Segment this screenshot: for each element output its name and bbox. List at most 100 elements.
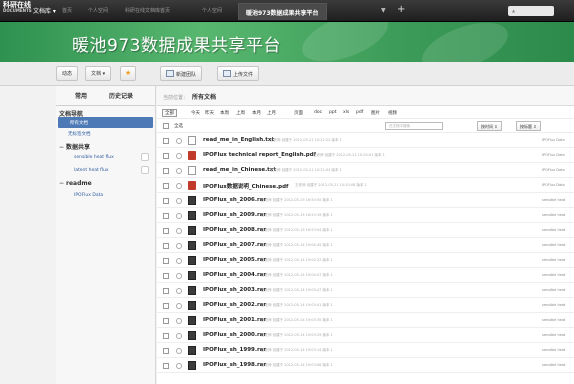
row-checkbox[interactable] [163, 363, 169, 369]
file-name-link[interactable]: read_me_in_Chinese.txt [203, 167, 276, 173]
sidebar-group-data-share[interactable]: − 数据共享 [56, 139, 155, 151]
sort-by-time-button[interactable]: 按时间 ⇕ [477, 121, 502, 131]
add-tab-icon[interactable]: + [397, 4, 405, 15]
tab-active-platform[interactable]: 暖池973数据成果共享平台 [238, 3, 327, 20]
filter-video[interactable]: 视频 [388, 110, 397, 116]
row-checkbox[interactable] [163, 333, 169, 339]
row-checkbox[interactable] [163, 288, 169, 294]
tab-personal-space-2[interactable]: 个人空间 [202, 7, 222, 14]
tab-doc-library[interactable]: 科研在线文档库首页 [125, 7, 170, 14]
collapse-icon[interactable]: − [59, 144, 64, 151]
table-row[interactable]: IPOFlux_sh_2007.rar 王老师 创建于 2012-05-14 19… [157, 238, 574, 253]
sidebar-group-readme[interactable]: − readme [56, 177, 155, 189]
sidebar-item-untagged[interactable]: 无标签文档 [56, 128, 155, 139]
table-row[interactable]: read_me_in_English.txt 王老师 创建于 2012-05-21… [157, 133, 574, 148]
row-favorite-icon[interactable] [176, 288, 182, 294]
table-row[interactable]: IPOFlux_sh_2001.rar 王老师 创建于 2012-05-14 19… [157, 313, 574, 328]
brand-menu[interactable]: 文档库 ▾ [33, 6, 56, 15]
filter-page[interactable]: 页面 [294, 110, 303, 116]
table-row[interactable]: IPOFlux_sh_1999.rar 王老师 创建于 2012-05-14 19… [157, 343, 574, 358]
table-row[interactable]: IPOFlux_sh_1998.rar 王老师 创建于 2012-05-14 19… [157, 358, 574, 373]
table-row[interactable]: IPOFlux_sh_2006.rar 王老师 创建于 2012-05-15 16… [157, 193, 574, 208]
row-favorite-icon[interactable] [176, 153, 182, 159]
table-row[interactable]: IPOFlux数据说明_Chinese.pdf 王老师 创建于 2012-05-2… [157, 178, 574, 193]
file-name-link[interactable]: IPOFlux technical report_English.pdf [203, 152, 316, 158]
file-name-link[interactable]: IPOFlux_sh_2008.rar [203, 227, 266, 233]
table-row[interactable]: read_me_in_Chinese.txt 王老师 创建于 2012-05-21… [157, 163, 574, 178]
table-row[interactable]: IPOFlux_sh_2003.rar 王老师 创建于 2012-05-14 19… [157, 283, 574, 298]
file-name-link[interactable]: IPOFlux_sh_2004.rar [203, 272, 266, 278]
filter-this-month[interactable]: 本月 [252, 110, 261, 116]
row-checkbox[interactable] [163, 273, 169, 279]
collapse-icon[interactable]: − [59, 180, 64, 187]
filter-image[interactable]: 图片 [371, 110, 380, 116]
file-name-link[interactable]: IPOFlux_sh_1999.rar [203, 347, 266, 353]
filter-last-week[interactable]: 上周 [236, 110, 245, 116]
file-name-link[interactable]: IPOFlux_sh_2005.rar [203, 257, 266, 263]
select-all-checkbox[interactable] [163, 123, 169, 129]
filter-all[interactable]: 全部 [162, 109, 177, 117]
global-search-input[interactable]: ▲ [508, 6, 554, 16]
row-favorite-icon[interactable] [176, 303, 182, 309]
file-name-link[interactable]: IPOFlux_sh_2000.rar [203, 332, 266, 338]
row-checkbox[interactable] [163, 153, 169, 159]
file-name-link[interactable]: IPOFlux_sh_2006.rar [203, 197, 266, 203]
table-row[interactable]: IPOFlux technical report_English.pdf 王老师 … [157, 148, 574, 163]
table-row[interactable]: IPOFlux_sh_2008.rar 王老师 创建于 2012-05-15 16… [157, 223, 574, 238]
row-favorite-icon[interactable] [176, 168, 182, 174]
row-favorite-icon[interactable] [176, 228, 182, 234]
table-row[interactable]: IPOFlux_sh_2009.rar 王老师 创建于 2012-05-15 16… [157, 208, 574, 223]
table-row[interactable]: IPOFlux_sh_2002.rar 王老师 创建于 2012-05-14 19… [157, 298, 574, 313]
file-name-link[interactable]: IPOFlux_sh_2003.rar [203, 287, 266, 293]
tab-history[interactable]: 历史记录 [109, 91, 133, 100]
filter-xls[interactable]: xls [343, 110, 349, 115]
sidebar-item-sensible-heat[interactable]: sensible heat flux [56, 151, 155, 164]
row-checkbox[interactable] [163, 138, 169, 144]
row-checkbox[interactable] [163, 183, 169, 189]
tab-dropdown-icon[interactable]: ▼ [381, 7, 386, 14]
row-checkbox[interactable] [163, 348, 169, 354]
sidebar-item-latent-heat[interactable]: latent heat flux [56, 164, 155, 177]
row-favorite-icon[interactable] [176, 138, 182, 144]
row-favorite-icon[interactable] [176, 183, 182, 189]
row-favorite-icon[interactable] [176, 198, 182, 204]
file-name-link[interactable]: IPOFlux_sh_2007.rar [203, 242, 266, 248]
tab-personal-space[interactable]: 个人空间 [88, 7, 108, 14]
table-row[interactable]: IPOFlux_sh_2000.rar 王老师 创建于 2012-05-14 19… [157, 328, 574, 343]
filter-yesterday[interactable]: 昨天 [205, 110, 214, 116]
row-checkbox[interactable] [163, 303, 169, 309]
file-name-link[interactable]: IPOFlux_sh_2001.rar [203, 317, 266, 323]
row-favorite-icon[interactable] [176, 318, 182, 324]
row-favorite-icon[interactable] [176, 213, 182, 219]
doc-search-input[interactable]: 在文档中搜索 [385, 122, 443, 130]
row-checkbox[interactable] [163, 318, 169, 324]
row-checkbox[interactable] [163, 168, 169, 174]
dynamic-button[interactable]: 动态 [56, 66, 79, 81]
row-favorite-icon[interactable] [176, 273, 182, 279]
table-row[interactable]: IPOFlux_sh_2005.rar 王老师 创建于 2012-05-14 19… [157, 253, 574, 268]
row-favorite-icon[interactable] [176, 258, 182, 264]
documents-menu-button[interactable]: 文档 ▾ [85, 66, 112, 81]
folder-action-icon[interactable] [141, 166, 149, 174]
app-logo[interactable]: 科研在线 DOCUMENTS [3, 1, 32, 14]
filter-ppt[interactable]: ppt [329, 110, 336, 115]
file-name-link[interactable]: read_me_in_English.txt [203, 137, 274, 143]
row-checkbox[interactable] [163, 198, 169, 204]
file-name-link[interactable]: IPOFlux_sh_2002.rar [203, 302, 266, 308]
folder-action-icon[interactable] [141, 153, 149, 161]
row-checkbox[interactable] [163, 243, 169, 249]
favorite-button[interactable]: ★ [120, 66, 137, 81]
tab-home[interactable]: 首页 [62, 7, 72, 14]
row-favorite-icon[interactable] [176, 333, 182, 339]
filter-this-week[interactable]: 本周 [220, 110, 229, 116]
row-checkbox[interactable] [163, 213, 169, 219]
sidebar-item-all-docs[interactable]: 所有文档 [58, 117, 153, 128]
filter-pdf[interactable]: pdf [356, 110, 363, 115]
file-name-link[interactable]: IPOFlux_sh_1998.rar [203, 362, 266, 368]
filter-last-month[interactable]: 上月 [267, 110, 276, 116]
row-checkbox[interactable] [163, 258, 169, 264]
sort-by-title-button[interactable]: 按标题 ⇕ [516, 121, 541, 131]
row-favorite-icon[interactable] [176, 243, 182, 249]
row-checkbox[interactable] [163, 228, 169, 234]
filter-doc[interactable]: doc [314, 110, 322, 115]
